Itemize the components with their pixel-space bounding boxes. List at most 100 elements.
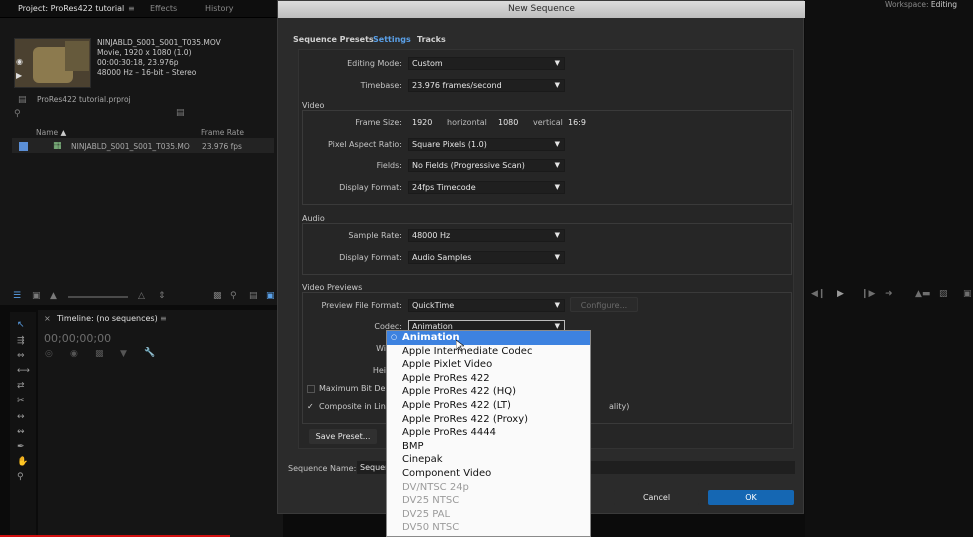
timeline-menu-icon[interactable]: ≡ [160,314,167,323]
fields-label: Fields: [376,161,402,170]
hand-tool-icon[interactable]: ✋ [17,457,28,467]
zoom-out-icon[interactable]: ▲ [50,291,57,301]
sort-icon[interactable]: △ [138,291,145,301]
mouse-cursor-icon [456,340,464,352]
zoom-tool-icon[interactable]: ⚲ [17,472,24,482]
editing-mode-dropdown[interactable]: Custom ▼ [408,57,565,70]
codec-option[interactable]: Apple ProRes 4444 [387,426,590,440]
list-view-icon[interactable]: ☰ [13,291,21,301]
ok-button[interactable]: OK [708,490,794,505]
column-header-frame-rate[interactable]: Frame Rate [201,128,244,137]
new-bin-icon[interactable]: ▤ [176,108,185,118]
tab-effects[interactable]: Effects [150,4,177,13]
codec-option[interactable]: Apple Pixlet Video [387,358,590,372]
workspace-switcher[interactable]: Workspace: Editing [885,0,957,9]
audio-display-format-label: Display Format: [339,253,402,262]
codec-option[interactable]: Apple ProRes 422 (HQ) [387,385,590,399]
bin-icon[interactable]: ▩ [213,291,222,301]
snap-icon[interactable]: ◎ [45,349,53,359]
zoom-slider[interactable] [68,296,128,298]
linked-selection-icon[interactable]: ◉ [70,349,78,359]
codec-option[interactable]: Apple Intermediate Codec [387,345,590,359]
selection-tool-icon[interactable]: ↖ [17,320,25,330]
tab-tracks[interactable]: Tracks [417,35,446,44]
slide-tool-icon[interactable]: ↭ [17,427,25,437]
sequence-name-label: Sequence Name: [288,464,357,473]
timebase-dropdown[interactable]: 23.976 frames/second ▼ [408,79,565,92]
max-bit-depth-checkbox[interactable]: Maximum Bit Depth [307,384,399,393]
camera-icon[interactable]: ◉ [16,57,27,66]
new-item-icon[interactable]: ▣ [266,291,275,301]
new-bin-button-icon[interactable]: ▤ [249,291,258,301]
tools-panel: ↖ ⇶ ⇔ ⟷ ⇄ ✂ ↔ ↭ ✒ ✋ ⚲ [10,312,36,537]
chevron-down-icon: ▼ [554,81,560,89]
export-frame-icon[interactable]: ▣ [963,289,972,299]
add-marker-icon[interactable]: ▩ [95,349,104,359]
preview-format-dropdown[interactable]: QuickTime ▼ [408,299,565,312]
video-display-format-dropdown[interactable]: 24fps Timecode ▼ [408,181,565,194]
marker-icon[interactable]: ▼ [120,349,127,359]
codec-option[interactable]: Apple ProRes 422 [387,372,590,386]
pixel-aspect-dropdown[interactable]: Square Pixels (1.0) ▼ [408,138,565,151]
codec-option[interactable]: Animation [387,331,590,345]
fields-dropdown[interactable]: No Fields (Progressive Scan) ▼ [408,159,565,172]
chevron-down-icon: ▼ [554,183,560,191]
rate-stretch-tool-icon[interactable]: ⇄ [17,381,25,391]
panel-menu-icon[interactable]: ≡ [128,4,135,13]
tab-history[interactable]: History [205,4,233,13]
wrench-icon[interactable]: 🔧 [144,348,155,358]
project-bottom-toolbar: ☰ ▣ ▲ △ ⇕ ▩ ⚲ ▤ ▣ [0,290,282,304]
frame-size-label: Frame Size: [355,118,402,127]
pixel-aspect-label: Pixel Aspect Ratio: [328,140,402,149]
row-frame-rate: 23.976 fps [202,142,242,151]
slip-tool-icon[interactable]: ↔ [17,412,25,422]
step-forward-icon[interactable]: ❙▶ [861,289,875,299]
cancel-button[interactable]: Cancel [614,490,699,505]
icon-view-icon[interactable]: ▣ [32,291,41,301]
save-preset-button[interactable]: Save Preset... [309,429,377,444]
automate-icon[interactable]: ⇕ [158,291,166,301]
editing-mode-label: Editing Mode: [347,59,402,68]
lift-icon[interactable]: ▲▬ [915,289,930,299]
column-header-name[interactable]: Name ▲ [36,128,66,137]
razor-tool-icon[interactable]: ✂ [17,396,25,406]
ripple-edit-tool-icon[interactable]: ⇔ [17,351,25,361]
step-back-icon[interactable]: ◀❙ [811,289,825,299]
codec-option[interactable]: Apple ProRes 422 (Proxy) [387,413,590,427]
rolling-edit-tool-icon[interactable]: ⟷ [17,366,30,376]
codec-dropdown-list: AnimationApple Intermediate CodecApple P… [386,330,591,537]
extract-icon[interactable]: ▨ [939,289,948,299]
tab-settings[interactable]: Settings [373,35,411,44]
timeline-timecode[interactable]: 00;00;00;00 [44,332,111,345]
track-select-tool-icon[interactable]: ⇶ [17,336,25,346]
tab-sequence-presets[interactable]: Sequence Presets [293,35,374,44]
pen-tool-icon[interactable]: ✒ [17,442,25,452]
play-icon[interactable]: ▶ [16,71,22,80]
go-to-out-icon[interactable]: ➜ [885,289,893,299]
project-tabbar: Project: ProRes422 tutorial ≡ Effects Hi… [0,0,282,18]
find-icon[interactable]: ⚲ [230,291,237,301]
play-button-icon[interactable]: ▶ [837,289,844,299]
search-icon[interactable]: ⚲ [14,109,21,119]
audio-display-format-dropdown[interactable]: Audio Samples ▼ [408,251,565,264]
chevron-down-icon: ▼ [554,301,560,309]
label-color-swatch[interactable] [19,142,28,151]
chevron-down-icon: ▼ [554,140,560,148]
tab-project[interactable]: Project: ProRes422 tutorial [18,4,124,13]
codec-option[interactable]: Component Video [387,467,590,481]
previews-section-title: Video Previews [302,283,363,292]
clip-info-video: Movie, 1920 x 1080 (1.0) [97,48,192,57]
timeline-close-icon[interactable]: × [44,314,51,323]
codec-option[interactable]: BMP [387,440,590,454]
frame-width-field[interactable]: 1920 [412,118,432,127]
sample-rate-dropdown[interactable]: 48000 Hz ▼ [408,229,565,242]
frame-height-field[interactable]: 1080 [498,118,518,127]
sequence-icon: ▦ [53,141,62,151]
configure-button[interactable]: Configure... [570,297,638,312]
dialog-title: New Sequence [278,1,805,18]
codec-option[interactable]: Apple ProRes 422 (LT) [387,399,590,413]
chevron-down-icon: ▼ [554,59,560,67]
composite-linear-checkbox[interactable]: ✓ Composite in Line [307,402,391,411]
tab-timeline[interactable]: Timeline: (no sequences) [57,314,158,323]
codec-option[interactable]: Cinepak [387,453,590,467]
